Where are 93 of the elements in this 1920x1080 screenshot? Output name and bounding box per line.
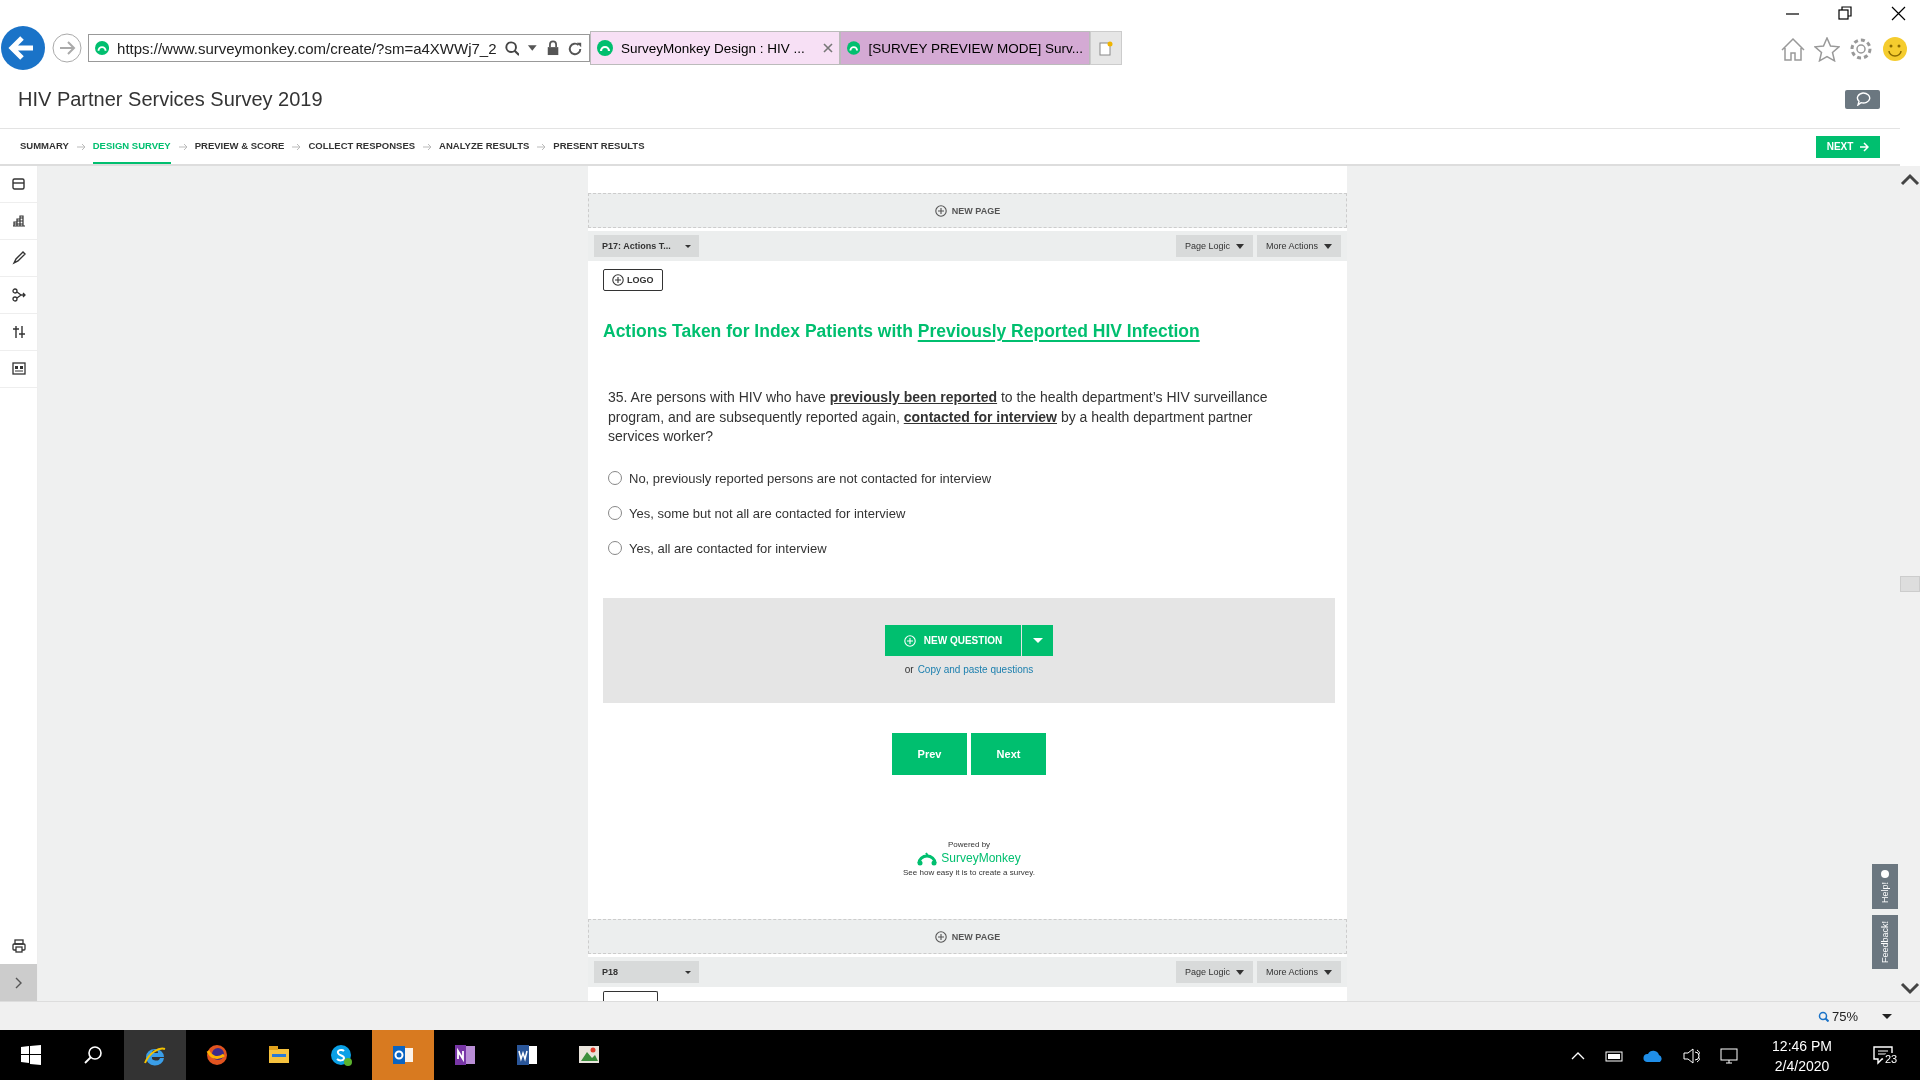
speaker-icon[interactable] [1683,1047,1701,1065]
new-tab-icon [1099,40,1113,56]
browser-tab[interactable]: [SURVEY PREVIEW MODE] Surv... [840,31,1090,65]
back-icon[interactable] [0,25,46,71]
search-icon[interactable] [504,39,520,57]
document-app-icon [515,1043,539,1067]
create-survey-link[interactable]: create a survey [978,867,1033,877]
plus-icon [934,204,947,217]
caret-icon [1324,243,1332,249]
brush-icon [11,251,26,265]
arrow-icon [75,141,86,152]
question-text: 35. Are persons with HIV who have previously been reported to the health department’s HIV surveillance program, and are subsequently reported again, contacted for interview by a health department partner services worker? [608,388,1269,446]
plus-icon [612,274,624,286]
print-icon [11,938,26,953]
option-label[interactable]: No, previously reported persons are not contacted for interview [629,470,992,486]
page-logic-button[interactable]: Page Logic [1175,235,1253,257]
caret-icon[interactable] [1882,1013,1892,1019]
skype-logo-icon [329,1043,353,1067]
more-actions-button[interactable]: More Actions [1256,235,1341,257]
template-icon [11,362,26,376]
logo-button[interactable]: LOGO [603,269,663,291]
zoom-icon [1817,1010,1829,1022]
page-logic-button[interactable]: Page Logic [1175,961,1253,983]
caret-icon [1032,638,1043,643]
star-icon[interactable] [1814,36,1840,62]
section-heading: Actions Taken for Index Patients with Previously Reported HIV Infection [603,321,1201,342]
page-select[interactable]: P18 [594,961,699,983]
survey-title: HIV Partner Services Survey 2019 [18,87,323,111]
browser-tab[interactable]: SurveyMonkey Design : HIV ... [590,31,840,65]
search-icon [84,1046,102,1064]
scrollbar-thumb[interactable] [1900,575,1920,592]
arrow-icon [291,141,302,152]
site-icon [597,40,613,56]
or-text: or [904,664,914,675]
chevron-up-icon[interactable] [1571,1051,1586,1061]
speech-bubble-icon [1854,92,1871,106]
network-icon[interactable] [1720,1047,1739,1065]
page-select[interactable]: P17: Actions T... [594,235,699,257]
arrow-icon [177,141,188,152]
arrow-icon [422,141,433,152]
settings-icon[interactable] [1848,36,1874,62]
step-tab[interactable]: PREVIEW & SCORE [194,129,285,164]
lock-icon [546,39,561,57]
info-icon [1881,870,1889,878]
notifications-button[interactable]: 23 [1866,1045,1906,1067]
more-actions-button[interactable]: More Actions [1256,961,1341,983]
caret-icon [685,970,691,974]
option-label[interactable]: Yes, all are contacted for interview [629,540,827,556]
cloud-icon[interactable] [1643,1049,1664,1063]
taskbar-clock[interactable]: 12:46 PM 2/4/2020 [1758,1036,1846,1076]
step-tab[interactable]: PRESENT RESULTS [553,129,645,164]
step-tab[interactable]: SUMMARY [20,129,69,164]
restore-icon[interactable] [1838,6,1853,21]
scroll-down-icon[interactable] [1900,981,1920,995]
caret-icon [685,244,691,248]
option-label[interactable]: Yes, some but not all are contacted for interview [629,505,906,521]
caret-icon [1324,969,1332,975]
close-icon[interactable] [1891,6,1906,21]
feedback-tab[interactable]: Feedback! [1872,915,1898,970]
arrow-icon [536,141,547,152]
footer-tagline: See how easy it is to create a survey. [903,867,1035,877]
zoom-button[interactable]: 75% [1817,1008,1858,1024]
step-tab[interactable]: ANALYZE RESULTS [439,129,530,164]
caret-icon [1235,969,1244,975]
powered-by-text: Powered by [947,839,991,849]
scroll-up-icon[interactable] [1900,172,1920,186]
brand-name: SurveyMonkey [941,851,1021,865]
branch-icon [11,288,26,302]
new-page-button[interactable]: NEW PAGE [934,930,1001,943]
chevron-icon [14,976,23,989]
new-page-button[interactable]: NEW PAGE [934,204,1001,217]
help-tab[interactable]: Help! [1872,864,1898,909]
comment-button[interactable] [1845,89,1880,109]
copy-paste-link[interactable]: Copy and paste questions [917,664,1034,675]
site-icon [847,40,861,56]
smiley-icon[interactable] [1882,36,1908,62]
site-icon [95,40,110,56]
step-tab[interactable]: COLLECT RESPONSES [308,129,416,164]
bar-chart-icon [11,214,26,228]
windows-logo-icon [21,1045,41,1065]
firefox-logo-icon [205,1043,229,1067]
plus-icon [903,634,916,647]
mail-app-icon [391,1043,415,1067]
home-icon[interactable] [1780,36,1806,62]
monkey-logo-icon [917,850,938,866]
notebook-app-icon [453,1043,477,1067]
layout-icon [11,177,26,191]
sliders-icon [11,325,26,339]
caret-icon [1235,243,1244,249]
address-bar[interactable]: https://www.surveymonkey.com/create/?sm=a4XWWj7_2 [88,34,590,62]
plus-icon [934,930,947,943]
arrow-icon [1859,141,1870,152]
battery-icon[interactable] [1605,1049,1624,1063]
